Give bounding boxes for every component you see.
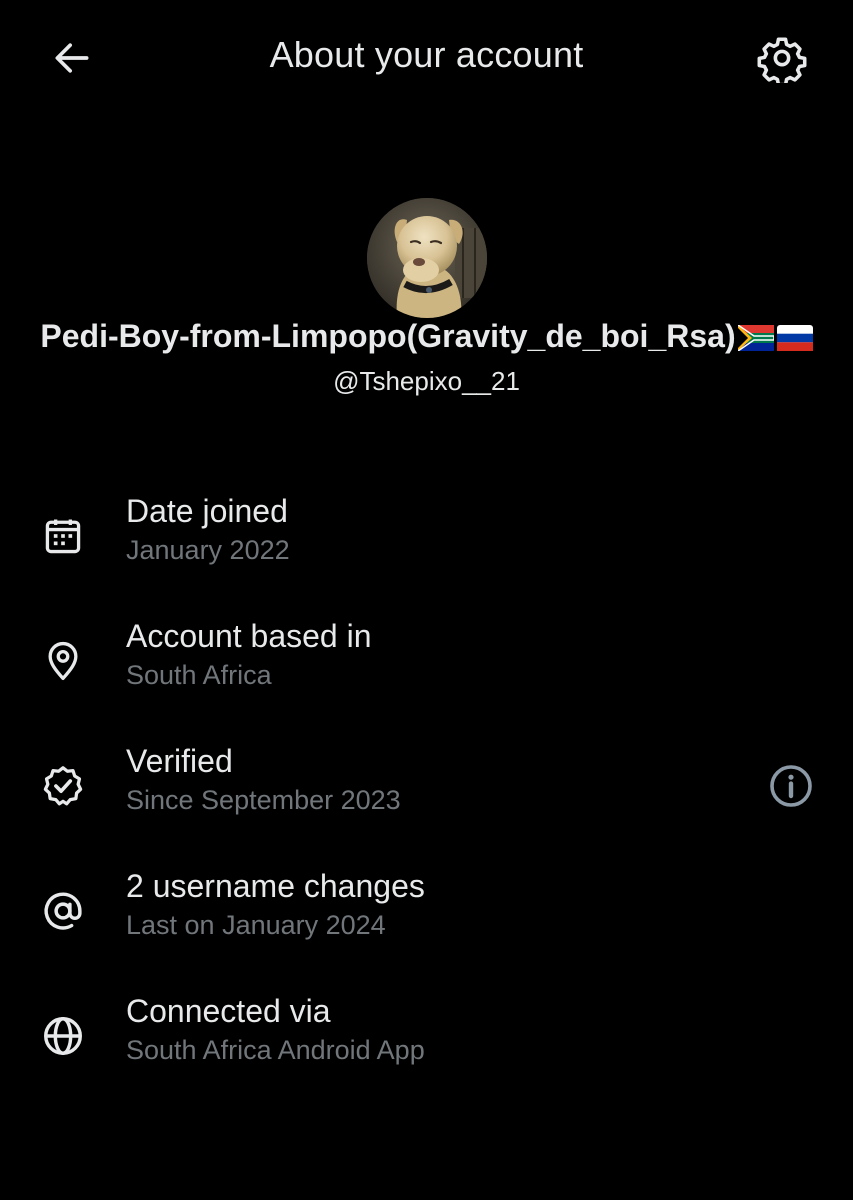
page-title: About your account <box>269 34 584 75</box>
location-pin-icon <box>48 641 78 681</box>
settings-button[interactable] <box>753 29 811 87</box>
at-sign-icon <box>44 892 82 930</box>
verified-info-button[interactable] <box>762 757 820 815</box>
username-handle: @Tshepixo__21 <box>333 366 520 396</box>
row-label: Date joined <box>126 493 288 529</box>
row-label: Connected via <box>126 993 331 1029</box>
calendar-icon <box>45 519 81 554</box>
globe-icon <box>44 1017 82 1055</box>
row-value: January 2022 <box>126 535 290 565</box>
row-value: Last on January 2024 <box>126 910 386 940</box>
row-label: Verified <box>126 743 233 779</box>
gear-icon <box>757 37 807 83</box>
row-label: Account based in <box>126 618 372 654</box>
row-connected-via: Connected via South Africa Android App <box>0 983 853 1093</box>
top-bar: About your account <box>0 0 853 115</box>
row-account-based-in: Account based in South Africa <box>0 608 853 718</box>
flags <box>737 325 813 351</box>
info-icon <box>770 765 812 807</box>
avatar[interactable] <box>367 198 487 318</box>
row-value: South Africa <box>126 660 272 690</box>
dog-avatar <box>367 198 487 318</box>
row-label: 2 username changes <box>126 868 425 904</box>
russia-flag <box>776 325 813 351</box>
row-verified: Verified Since September 2023 <box>0 733 853 843</box>
south-africa-flag <box>737 325 774 351</box>
display-name: Pedi-Boy-from-Limpopo(Gravity_de_boi_Rsa… <box>0 318 853 355</box>
row-date-joined: Date joined January 2022 <box>0 483 853 593</box>
verified-badge-icon <box>43 766 83 806</box>
row-value: Since September 2023 <box>126 785 401 815</box>
row-username-changes: 2 username changes Last on January 2024 <box>0 858 853 968</box>
display-name-text: Pedi-Boy-from-Limpopo(Gravity_de_boi_Rsa… <box>40 318 736 354</box>
row-value: South Africa Android App <box>126 1035 425 1065</box>
